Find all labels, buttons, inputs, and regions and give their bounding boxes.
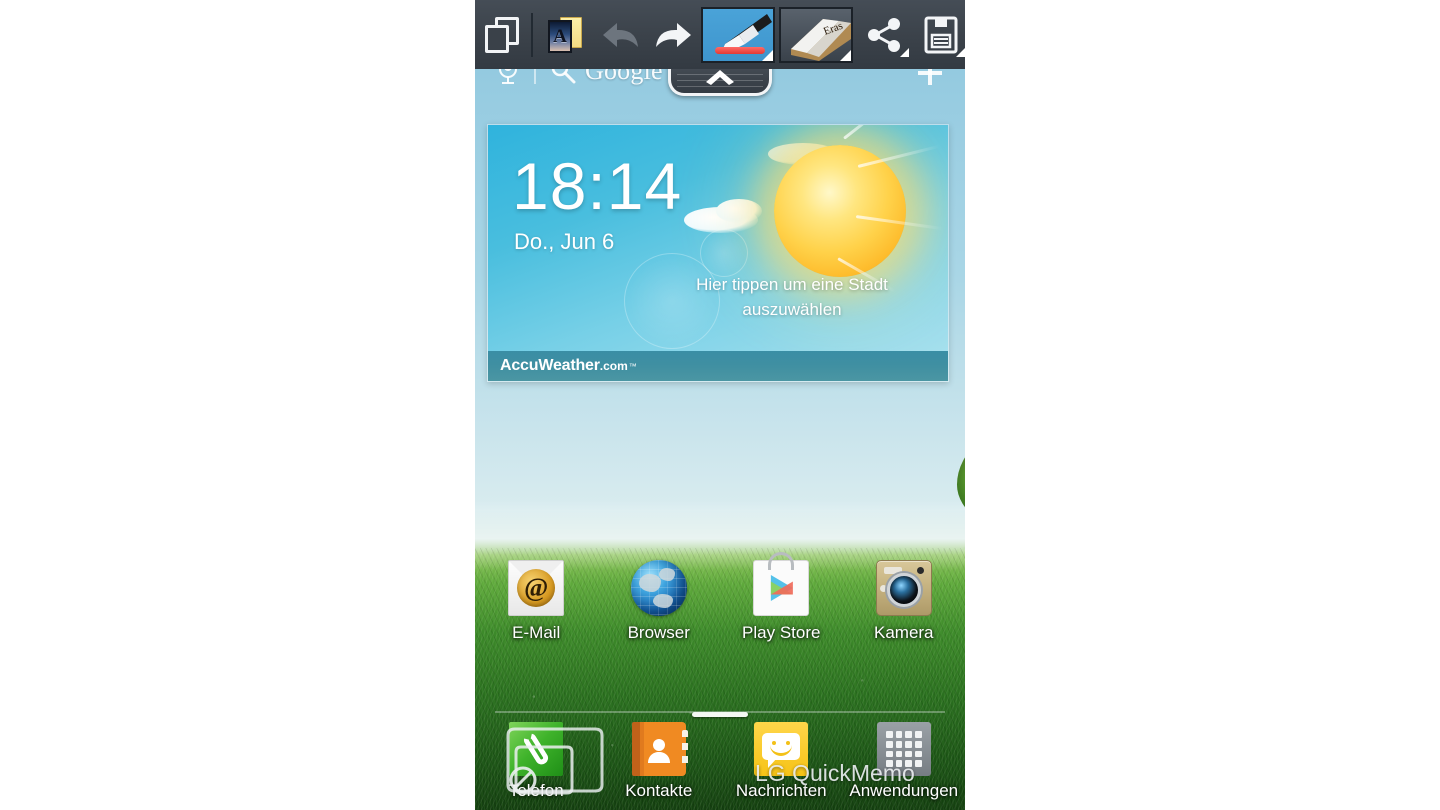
- brand-secondary: .com: [599, 359, 628, 373]
- app-label: Browser: [627, 623, 690, 642]
- dock-label: Anwendungen: [849, 781, 959, 800]
- cloud: [716, 199, 762, 223]
- share-icon: [865, 16, 903, 54]
- dock-item-contacts[interactable]: Kontakte: [598, 722, 721, 810]
- app-shortcut-camera[interactable]: Kamera: [843, 560, 966, 660]
- sun-ray: [843, 125, 896, 140]
- globe-icon[interactable]: [630, 560, 687, 616]
- phone-screen: Google 18:14 Do., Jun 6 Hier tippen um e…: [475, 0, 965, 810]
- contacts-icon[interactable]: [631, 722, 688, 776]
- app-label: Kamera: [873, 623, 934, 642]
- pen-tool-button[interactable]: [699, 0, 777, 69]
- share-button[interactable]: [855, 0, 913, 69]
- save-floppy-icon: [924, 16, 958, 54]
- undo-button[interactable]: [595, 0, 647, 69]
- app-drawer-icon[interactable]: [876, 722, 931, 776]
- weather-date: Do., Jun 6: [514, 229, 615, 254]
- accuweather-brandbar: AccuWeather .com ™: [488, 351, 948, 381]
- undo-arrow-icon: [598, 18, 644, 52]
- page-indicator-bar: [692, 711, 748, 717]
- brand-primary: AccuWeather: [500, 357, 600, 374]
- tree-shadow: [963, 540, 965, 556]
- app-shortcut-email[interactable]: @ E-Mail: [475, 560, 598, 660]
- save-button[interactable]: [913, 0, 965, 69]
- toolbar-divider: [531, 12, 533, 57]
- lens-flare: [700, 229, 748, 277]
- wallpaper-tree: [957, 422, 965, 562]
- tree-canopy: [957, 422, 965, 534]
- dock-label: Nachrichten: [735, 781, 827, 800]
- redo-button[interactable]: [647, 0, 699, 69]
- template-a-icon: A: [548, 16, 582, 54]
- email-icon[interactable]: @: [508, 560, 565, 616]
- app-icon-row: @ E-Mail Browser Play Store Kamera: [475, 552, 966, 660]
- pages-icon: [485, 16, 519, 53]
- dock-item-messages[interactable]: Nachrichten: [720, 722, 843, 810]
- weather-time: 18:14: [512, 149, 683, 223]
- app-shortcut-browser[interactable]: Browser: [598, 560, 721, 660]
- eraser-tool-button[interactable]: Eras: [777, 0, 855, 69]
- dock-item-app-drawer[interactable]: Anwendungen: [843, 722, 966, 810]
- page-indicator: [475, 708, 965, 720]
- app-label: Play Store: [742, 623, 821, 642]
- redo-arrow-icon: [650, 18, 696, 52]
- pen-icon: [701, 6, 775, 63]
- eraser-icon: Eras: [779, 6, 853, 63]
- share-submenu-indicator: [900, 48, 909, 57]
- app-shortcut-play-store[interactable]: Play Store: [720, 552, 843, 660]
- save-submenu-indicator: [956, 48, 965, 57]
- screenshot-root: Google 18:14 Do., Jun 6 Hier tippen um e…: [0, 0, 1440, 810]
- phone-icon[interactable]: [509, 722, 564, 776]
- brand-trademark: ™: [628, 361, 637, 371]
- quickmemo-toolbar: A Eras: [475, 0, 965, 69]
- weather-sky: 18:14 Do., Jun 6 Hier tippen um eine Sta…: [488, 125, 948, 353]
- dock: Telefon Kontakte Nachrichten Anwendungen: [475, 722, 965, 810]
- wallpaper: [475, 0, 965, 810]
- pages-button[interactable]: [475, 0, 529, 69]
- camera-icon[interactable]: [875, 560, 932, 616]
- app-label: E-Mail: [512, 623, 561, 642]
- weather-widget[interactable]: 18:14 Do., Jun 6 Hier tippen um eine Sta…: [487, 124, 949, 382]
- weather-city-hint[interactable]: Hier tippen um eine Stadt auszuwählen: [652, 273, 932, 322]
- dock-label: Telefon: [508, 781, 564, 800]
- template-button[interactable]: A: [535, 0, 595, 69]
- play-store-icon[interactable]: [753, 552, 810, 616]
- dock-item-phone[interactable]: Telefon: [475, 722, 598, 810]
- dock-label: Kontakte: [625, 781, 693, 800]
- messages-icon[interactable]: [754, 722, 809, 776]
